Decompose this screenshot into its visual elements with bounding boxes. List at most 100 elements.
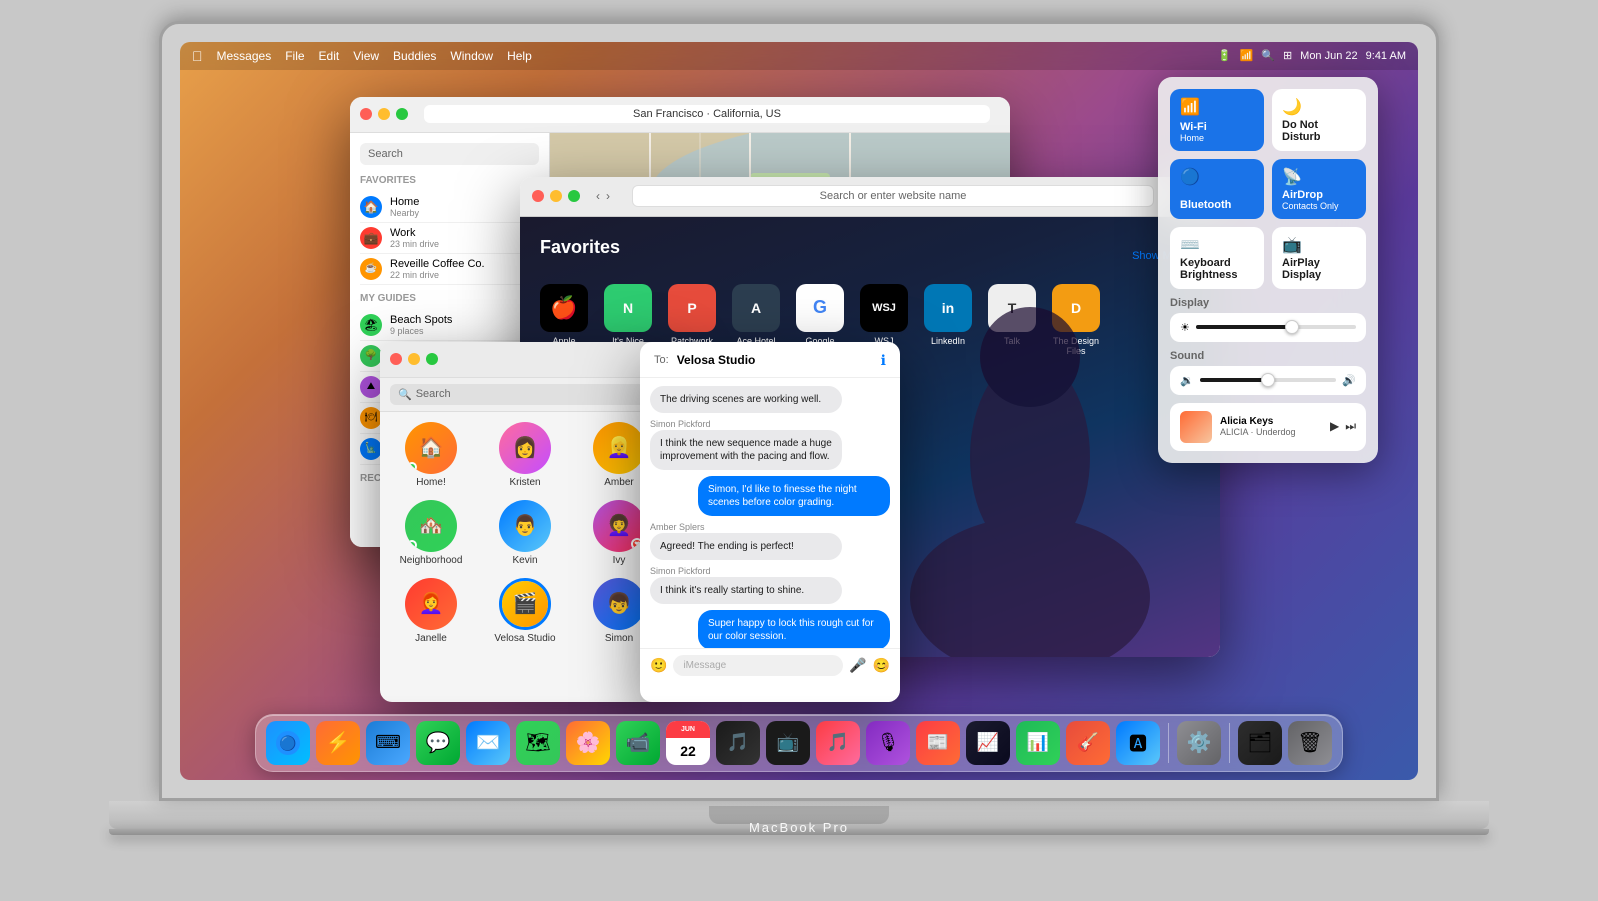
menu-buddies[interactable]: Buddies	[393, 49, 436, 63]
sound-label: Sound	[1170, 350, 1366, 362]
dock-music[interactable]: 🎵	[816, 721, 860, 765]
emoji-send-button[interactable]: 😊	[873, 657, 890, 674]
control-center-icon[interactable]: ⊞	[1283, 49, 1292, 62]
cc-airdrop-tile[interactable]: 📡 AirDrop Contacts Only	[1272, 159, 1366, 219]
contact-home[interactable]: 🏠 Home!	[390, 422, 472, 488]
safari-back[interactable]: ‹	[596, 189, 600, 203]
music-controls[interactable]: ▶ ⏭	[1330, 419, 1356, 434]
audio-button[interactable]: 🎤	[849, 657, 866, 674]
contact-neighborhood[interactable]: 🏘️ Neighborhood	[390, 500, 472, 566]
imessage-text-input[interactable]: iMessage	[673, 655, 843, 676]
dock-stocks[interactable]: 📈	[966, 721, 1010, 765]
dock-maps[interactable]: 🗺	[516, 721, 560, 765]
messages-window[interactable]: ✏ 🔍 Search 🏠	[380, 342, 670, 702]
cc-music[interactable]: Alicia Keys ALICIA · Underdog ▶ ⏭	[1170, 403, 1366, 451]
dock-news[interactable]: 📰	[916, 721, 960, 765]
fav-nice-icon: N	[604, 284, 652, 332]
menu-edit[interactable]: Edit	[319, 49, 340, 63]
minimize-button[interactable]	[378, 108, 390, 120]
menu-file[interactable]: File	[285, 49, 304, 63]
fav-ace-icon: A	[732, 284, 780, 332]
dock-messages[interactable]: 💬	[416, 721, 460, 765]
fav-patch-icon: P	[668, 284, 716, 332]
maps-beach[interactable]: 🏖 Beach Spots 9 places	[360, 310, 539, 341]
search-icon: 🔍	[398, 388, 412, 401]
control-center: 📶 Wi-Fi Home 🌙 Do Not Disturb	[1158, 77, 1378, 463]
msg-bubble-4: Agreed! The ending is perfect!	[650, 533, 842, 560]
dock-appletv[interactable]: 📺	[766, 721, 810, 765]
contact-janelle[interactable]: 👩‍🦰 Janelle	[390, 578, 472, 644]
dock-notes[interactable]: 🗂	[1238, 721, 1282, 765]
dock-sysprefs[interactable]: ⚙️	[1177, 721, 1221, 765]
cc-bluetooth-tile[interactable]: 🔵 Bluetooth	[1170, 159, 1264, 219]
menu-help[interactable]: Help	[507, 49, 532, 63]
safari-fullscreen[interactable]	[568, 190, 580, 202]
airplay-icon: 📺	[1282, 235, 1356, 255]
dock-garageband[interactable]: 🎸	[1066, 721, 1110, 765]
cc-airplay-tile[interactable]: 📺 AirPlay Display	[1272, 227, 1366, 289]
dock-photos[interactable]: 🌸	[566, 721, 610, 765]
display-label: Display	[1170, 297, 1366, 309]
dock-finder[interactable]: 🔵	[266, 721, 310, 765]
menubar:  Messages File Edit View Buddies Window…	[180, 42, 1418, 70]
date-time: Mon Jun 22	[1300, 50, 1357, 62]
avatar-simon: 👦	[593, 578, 645, 630]
dock-launchpad[interactable]: ⚡	[316, 721, 360, 765]
dock-music-app[interactable]: 🎵	[716, 721, 760, 765]
contact-kevin[interactable]: 👨 Kevin	[484, 500, 566, 566]
emoji-button[interactable]: 🙂	[650, 657, 667, 674]
wifi-icon[interactable]: 📶	[1240, 49, 1254, 62]
maps-work[interactable]: 💼 Work 23 min drive	[360, 223, 539, 254]
dock-mail[interactable]: ✉️	[466, 721, 510, 765]
info-icon[interactable]: ℹ	[881, 352, 886, 369]
dock-trash[interactable]: 🗑	[1288, 721, 1332, 765]
wifi-title: Wi-Fi	[1180, 121, 1254, 133]
msg-bubble-2: I think the new sequence made a huge imp…	[650, 430, 842, 470]
airdrop-icon: 📡	[1282, 167, 1356, 187]
search-menubar-icon[interactable]: 🔍	[1261, 49, 1275, 62]
safari-minimize[interactable]	[550, 190, 562, 202]
cc-dnd-tile[interactable]: 🌙 Do Not Disturb	[1272, 89, 1366, 151]
fullscreen-button[interactable]	[396, 108, 408, 120]
dock-xcode[interactable]: ⌨	[366, 721, 410, 765]
dock-podcasts[interactable]: 🎙	[866, 721, 910, 765]
sound-slider[interactable]	[1200, 378, 1337, 382]
dock-appstore[interactable]: 🅰	[1116, 721, 1160, 765]
forward-button[interactable]: ⏭	[1345, 419, 1356, 434]
search-placeholder[interactable]: Search	[416, 388, 451, 400]
msg-minimize[interactable]	[408, 353, 420, 365]
safari-close[interactable]	[532, 190, 544, 202]
maps-coffee[interactable]: ☕ Reveille Coffee Co. 22 min drive	[360, 254, 539, 285]
contact-kristen[interactable]: 👩 Kristen	[484, 422, 566, 488]
close-button[interactable]	[360, 108, 372, 120]
msg-close[interactable]	[390, 353, 402, 365]
dock-numbers[interactable]: 📊	[1016, 721, 1060, 765]
play-button[interactable]: ▶	[1330, 419, 1339, 434]
cc-keyboard-tile[interactable]: ⌨️ Keyboard Brightness	[1170, 227, 1264, 289]
menu-window[interactable]: Window	[450, 49, 493, 63]
contact-name-simon: Simon	[605, 633, 633, 644]
favorites-label: Favorites	[360, 175, 539, 186]
cc-wifi-tile[interactable]: 📶 Wi-Fi Home	[1170, 89, 1264, 151]
msg-fullscreen[interactable]	[426, 353, 438, 365]
message-1-bubble: The driving scenes are working well.	[650, 386, 890, 413]
contact-velosa[interactable]: 🎬 Velosa Studio	[484, 578, 566, 644]
guides-label: My Guides	[360, 293, 539, 304]
sender-4: Amber Splers	[650, 522, 890, 532]
safari-address-bar[interactable]: Search or enter website name	[632, 185, 1154, 207]
dnd-title: Do Not Disturb	[1282, 119, 1356, 143]
maps-search-bar[interactable]: Search	[360, 143, 539, 165]
wifi-subtitle: Home	[1180, 133, 1254, 143]
apple-menu[interactable]: 	[192, 48, 203, 64]
dock-calendar[interactable]: JUN 22	[666, 721, 710, 765]
brightness-icon: ☀	[1180, 321, 1190, 334]
menu-view[interactable]: View	[353, 49, 379, 63]
maps-home[interactable]: 🏠 Home Nearby	[360, 192, 539, 223]
safari-forward[interactable]: ›	[606, 189, 610, 203]
display-slider[interactable]	[1196, 325, 1356, 329]
dock-facetime[interactable]: 📹	[616, 721, 660, 765]
avatar-janelle: 👩‍🦰	[405, 578, 457, 630]
contact-name-ivy: Ivy	[613, 555, 626, 566]
imessage-window[interactable]: To: Velosa Studio ℹ The driving scenes a…	[640, 342, 900, 702]
menu-messages[interactable]: Messages	[217, 49, 272, 63]
